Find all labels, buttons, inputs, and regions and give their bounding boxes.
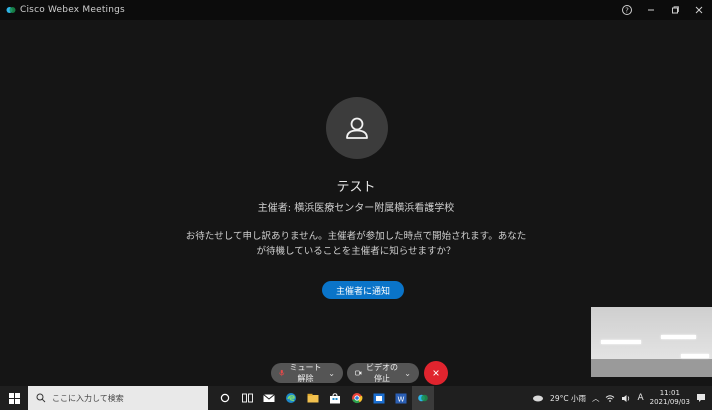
stop-video-label: ビデオの停止 — [366, 363, 399, 383]
mic-off-icon — [279, 369, 285, 377]
unmute-button[interactable]: ミュート解除 ⌄ — [271, 363, 343, 383]
system-tray: 29°C 小雨 ︿ A 11:01 2021/09/03 — [532, 386, 712, 410]
task-view-icon[interactable] — [236, 386, 258, 410]
chevron-down-icon[interactable]: ⌄ — [328, 369, 335, 378]
waiting-message: お待たせして申し訳ありません。主催者が参加した時点で開始されます。あなた が待機… — [170, 229, 542, 259]
cloud-rain-icon — [533, 395, 544, 401]
webex-window: Cisco Webex Meetings ? テスト 主催者: 横浜医療センター… — [0, 0, 712, 386]
outlook-icon[interactable] — [368, 386, 390, 410]
wifi-icon[interactable] — [605, 394, 615, 403]
unmute-label: ミュート解除 — [289, 363, 322, 383]
taskbar-apps: W — [214, 386, 434, 410]
notification-icon[interactable] — [696, 393, 706, 403]
clock-time: 11:01 — [659, 389, 680, 397]
restore-icon[interactable] — [668, 3, 682, 17]
lobby-content: テスト 主催者: 横浜医療センター附属横浜看護学校 お待たせして申し訳ありません… — [0, 20, 712, 386]
weather-text[interactable]: 29°C 小雨 — [550, 393, 586, 404]
host-label: 主催者: 横浜医療センター附属横浜看護学校 — [257, 203, 455, 214]
file-explorer-icon[interactable] — [302, 386, 324, 410]
mail-icon[interactable] — [258, 386, 280, 410]
word-icon[interactable]: W — [390, 386, 412, 410]
ceiling-light — [661, 335, 696, 339]
search-icon — [36, 393, 46, 403]
edge-browser-icon[interactable] — [280, 386, 302, 410]
help-icon[interactable]: ? — [620, 3, 634, 17]
avatar — [326, 97, 388, 159]
search-placeholder: ここに入力して検索 — [52, 393, 124, 403]
webex-logo-icon — [6, 5, 16, 15]
volume-icon[interactable] — [621, 394, 631, 403]
chevron-up-icon[interactable]: ︿ — [592, 393, 600, 404]
leave-meeting-button[interactable]: × — [424, 361, 448, 385]
windows-taskbar: ここに入力して検索 W 29°C 小雨 ︿ A 11:01 2021/09/03 — [0, 386, 712, 410]
meeting-controls: ミュート解除 ⌄ ビデオの停止 ⌄ × — [0, 358, 712, 386]
close-icon: × — [432, 366, 440, 380]
meeting-title: テスト — [336, 180, 376, 195]
title-bar: Cisco Webex Meetings ? — [0, 0, 712, 20]
store-icon[interactable] — [324, 386, 346, 410]
minimize-icon[interactable] — [644, 3, 658, 17]
clock[interactable]: 11:01 2021/09/03 — [650, 389, 690, 407]
window-controls: ? — [620, 0, 706, 20]
webex-taskbar-icon[interactable] — [412, 386, 434, 410]
close-icon[interactable] — [692, 3, 706, 17]
svg-text:?: ? — [625, 7, 629, 15]
ime-indicator[interactable]: A — [637, 393, 643, 403]
cortana-icon[interactable] — [214, 386, 236, 410]
notify-host-button[interactable]: 主催者に通知 — [322, 281, 404, 299]
start-button[interactable] — [0, 386, 28, 410]
clock-date: 2021/09/03 — [649, 398, 690, 406]
stop-video-button[interactable]: ビデオの停止 ⌄ — [347, 363, 419, 383]
chrome-icon[interactable] — [346, 386, 368, 410]
waiting-message-line-2: が待機していることを主催者に知らせますか？ — [256, 246, 456, 257]
window-title: Cisco Webex Meetings — [20, 5, 125, 15]
chevron-down-icon[interactable]: ⌄ — [404, 369, 411, 378]
windows-logo-icon — [8, 392, 20, 404]
waiting-message-line-1: お待たせして申し訳ありません。主催者が参加した時点で開始されます。あなた — [185, 231, 527, 242]
camera-icon — [355, 370, 362, 376]
ceiling-image — [591, 307, 712, 359]
svg-text:W: W — [398, 395, 405, 403]
user-icon — [346, 117, 368, 139]
ceiling-light — [601, 340, 641, 344]
taskbar-search-box[interactable]: ここに入力して検索 — [28, 386, 208, 410]
